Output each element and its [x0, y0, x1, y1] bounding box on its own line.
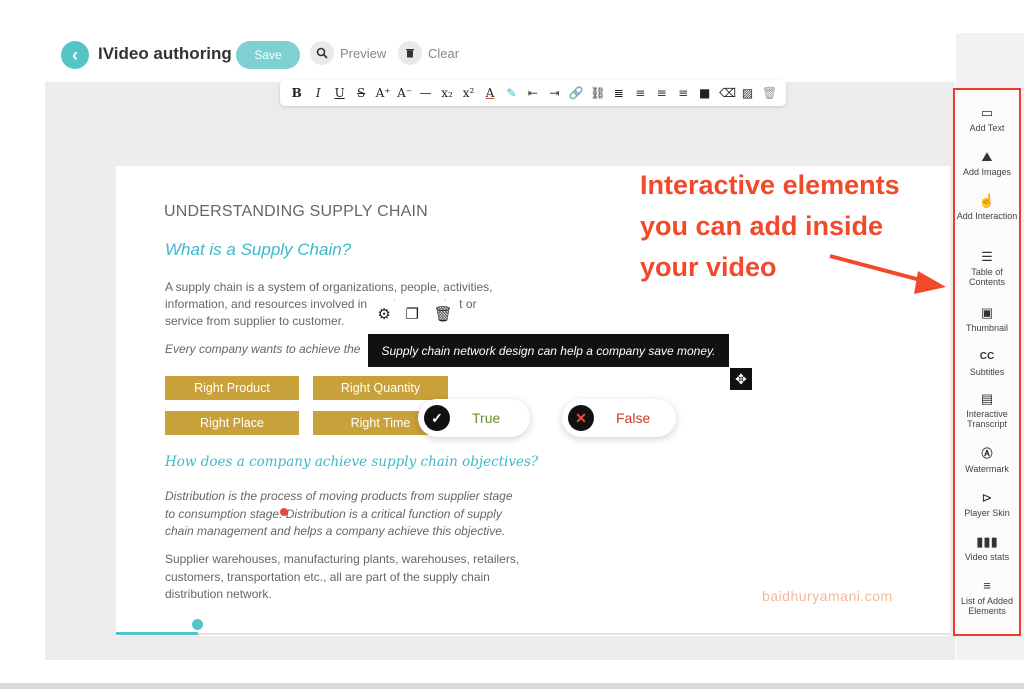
search-icon — [310, 41, 334, 65]
element-controls: ⚙ ❐ 🗑 — [370, 300, 460, 328]
timeline-progress — [116, 632, 198, 635]
sidebar-item-label: Watermark — [965, 464, 1009, 474]
app-title: IVideo authoring — [98, 44, 232, 63]
align-center-button[interactable]: ≡ — [633, 86, 647, 100]
sidebar-item-subtitles[interactable]: CC Subtitles — [955, 350, 1019, 377]
cursor-dot — [280, 508, 288, 516]
align-left-button[interactable]: ≣ — [612, 86, 626, 100]
sidebar-item-watermark[interactable]: Ⓐ Watermark — [955, 447, 1019, 474]
italic-button[interactable]: I — [311, 86, 325, 100]
text-box-icon: ▭ — [980, 105, 994, 120]
sidebar-item-label: Player Skin — [964, 508, 1010, 518]
font-increase-button[interactable]: A⁺ — [376, 86, 391, 100]
sidebar-item-label: Add Interaction — [956, 211, 1018, 221]
false-option[interactable]: ✕ False — [562, 399, 676, 437]
check-icon: ✓ — [424, 405, 450, 431]
strikethrough-button[interactable]: S — [354, 86, 368, 100]
sidebar-item-table-of-contents[interactable]: ☰ Table of Contents — [955, 249, 1019, 288]
trash-icon[interactable]: 🗑 — [434, 305, 453, 323]
indent-button[interactable]: ⇥ — [547, 86, 561, 100]
slide-warehouse-text: Supplier warehouses, manufacturing plant… — [165, 552, 520, 601]
subscript-button[interactable]: x₂ — [440, 86, 454, 100]
sidebar-item-thumbnail[interactable]: ▣ Thumbnail — [955, 305, 1019, 334]
bold-button[interactable]: B — [290, 86, 304, 100]
chevron-left-icon: ‹ — [72, 44, 78, 65]
sidebar-item-label: Add Images — [962, 167, 1012, 177]
sidebar-item-label: Table of Contents — [968, 267, 1006, 287]
slide-subtitle: What is a Supply Chain? — [165, 240, 352, 259]
picture-icon: ▣ — [980, 305, 994, 320]
sidebar-item-list-of-added-elements[interactable]: ≡ List of Added Elements — [955, 578, 1019, 617]
font-color-button[interactable]: A — [483, 86, 497, 100]
chip-right-product: Right Product — [165, 376, 299, 400]
back-button[interactable]: ‹ — [61, 41, 89, 69]
play-icon: ⊳ — [981, 490, 993, 505]
watermark-text: baidhuryamani.com — [762, 588, 893, 604]
sidebar-item-add-images[interactable]: ⛰ Add Images — [955, 149, 1019, 178]
annotation-line-2: you can add inside — [640, 211, 884, 241]
sidebar-item-interactive-transcript[interactable]: ▤ Interactive Transcript — [955, 391, 1019, 430]
insert-image-icon[interactable]: ▨ — [741, 86, 755, 100]
watermark-icon: Ⓐ — [981, 448, 993, 460]
gear-icon[interactable]: ⚙ — [377, 305, 390, 323]
bar-chart-icon: ▮▮▮ — [976, 534, 998, 549]
sidebar-item-label: Interactive Transcript — [966, 409, 1008, 429]
sidebar-item-add-interaction[interactable]: ☝ Add Interaction — [955, 193, 1019, 222]
video-timeline[interactable] — [116, 633, 950, 635]
clear-label: Clear — [428, 45, 460, 61]
horizontal-rule-button[interactable]: — — [419, 86, 433, 100]
save-button[interactable]: Save — [236, 41, 300, 69]
sidebar-item-player-skin[interactable]: ⊳ Player Skin — [955, 490, 1019, 519]
background-button[interactable]: ■ — [698, 86, 712, 100]
align-right-button[interactable]: ≡ — [655, 86, 669, 100]
underline-button[interactable]: U — [333, 86, 347, 100]
annotation-line-1: Interactive elements — [640, 170, 900, 200]
true-option[interactable]: ✓ True — [418, 399, 530, 437]
cc-icon: CC — [979, 351, 995, 362]
preview-label: Preview — [340, 45, 387, 61]
question-box[interactable]: Supply chain network design can help a c… — [368, 334, 729, 367]
move-handle-icon[interactable]: ✥ — [730, 368, 752, 390]
bottom-bar — [0, 683, 1024, 689]
slide-quote: Every company wants to achieve the — [165, 342, 361, 356]
sidebar-item-add-text[interactable]: ▭ Add Text — [955, 105, 1019, 134]
superscript-button[interactable]: x² — [461, 86, 475, 100]
preview-button[interactable]: Preview — [310, 41, 386, 65]
list-icon: ☰ — [981, 249, 993, 264]
image-icon: ⛰ — [981, 149, 993, 164]
sidebar-item-label: Subtitles — [969, 367, 1005, 377]
chip-right-place: Right Place — [165, 411, 299, 435]
sidebar-item-label: List of Added Elements — [960, 596, 1014, 616]
timeline-scrubber[interactable] — [190, 617, 205, 632]
sidebar-item-label: Add Text — [969, 123, 1005, 133]
chip-right-quantity: Right Quantity — [313, 376, 448, 400]
delete-icon[interactable]: 🗑 — [762, 86, 777, 100]
duplicate-icon[interactable]: ❐ — [405, 305, 418, 323]
unlink-icon[interactable]: ⛓ — [590, 86, 605, 100]
elements-sidebar: ▭ Add Text ⛰ Add Images ☝ Add Interactio… — [953, 88, 1021, 636]
menu-icon: ≡ — [983, 578, 991, 593]
transcript-icon: ▤ — [980, 391, 994, 406]
sidebar-item-label: Thumbnail — [965, 323, 1009, 333]
highlight-button[interactable]: ✎ — [504, 86, 518, 100]
sidebar-item-video-stats[interactable]: ▮▮▮ Video stats — [955, 534, 1019, 563]
clear-button[interactable]: Clear — [398, 41, 459, 65]
true-label: True — [472, 410, 501, 426]
slide-title: UNDERSTANDING SUPPLY CHAIN — [164, 203, 428, 220]
outdent-button[interactable]: ⇤ — [526, 86, 540, 100]
font-decrease-button[interactable]: A⁻ — [397, 86, 412, 100]
annotation-arrow-icon — [829, 254, 946, 294]
pointer-icon: ☝ — [978, 193, 996, 208]
slide-heading-2: How does a company achieve supply chain … — [165, 454, 539, 470]
trash-icon — [398, 41, 422, 65]
align-justify-button[interactable]: ≡ — [676, 86, 690, 100]
formatting-toolbar: B I U S A⁺ A⁻ — x₂ x² A ✎ ⇤ ⇥ 🔗 ⛓ ≣ ≡ ≡ … — [280, 80, 786, 106]
eraser-icon[interactable]: ⌫ — [719, 86, 736, 100]
close-icon: ✕ — [568, 405, 594, 431]
false-label: False — [616, 410, 651, 426]
link-icon[interactable]: 🔗 — [569, 86, 584, 100]
sidebar-item-label: Video stats — [964, 552, 1010, 562]
slide-distribution-text: Distribution is the process of moving pr… — [165, 489, 513, 538]
